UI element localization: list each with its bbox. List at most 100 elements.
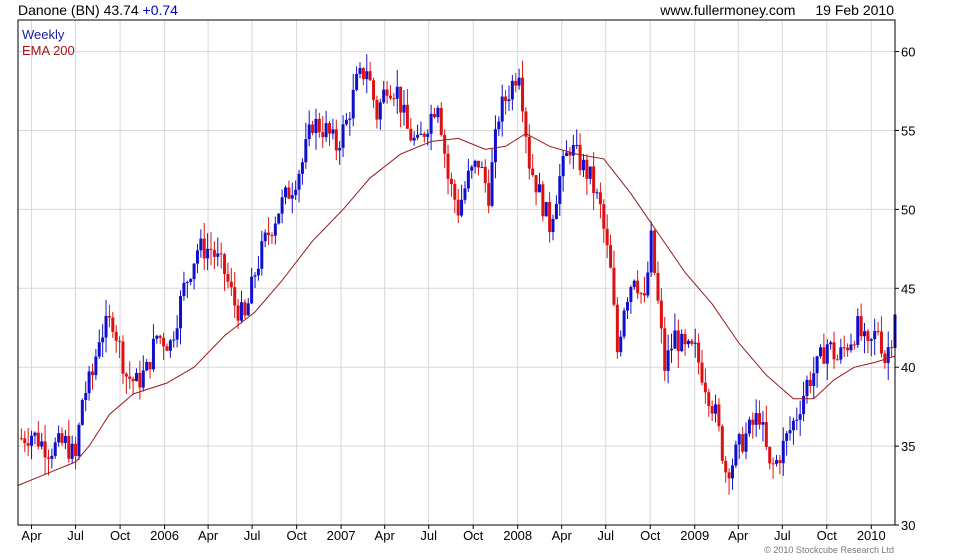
price-bar	[541, 184, 545, 217]
price-bar	[470, 166, 474, 171]
x-tick-label: 2010	[857, 528, 886, 543]
price-bar	[730, 465, 734, 479]
price-bar	[544, 202, 548, 217]
price-bar	[537, 184, 541, 193]
price-bar	[825, 344, 829, 364]
price-bar	[121, 341, 125, 374]
y-tick-label: 40	[901, 360, 915, 375]
price-bar	[128, 376, 132, 379]
price-bar	[510, 80, 514, 100]
price-bar	[500, 96, 504, 122]
price-bar	[751, 419, 755, 425]
price-bar	[490, 162, 494, 206]
price-bar	[273, 223, 277, 236]
price-bar	[155, 335, 159, 339]
price-bar	[131, 378, 135, 382]
price-bar	[392, 98, 396, 100]
x-tick-label: Apr	[375, 528, 396, 543]
price-bar	[351, 89, 355, 119]
price-bar	[717, 404, 721, 427]
price-bar	[80, 400, 84, 425]
price-bar	[182, 282, 186, 297]
price-bar	[158, 335, 162, 338]
price-bar	[280, 197, 284, 214]
price-bar	[649, 230, 653, 273]
price-bar	[666, 350, 670, 371]
price-bar	[189, 279, 193, 282]
price-bar	[74, 443, 78, 457]
price-bar	[598, 192, 602, 205]
price-bar	[321, 132, 325, 138]
price-bar	[388, 95, 392, 99]
price-bar	[548, 202, 552, 233]
price-bar	[774, 460, 778, 464]
price-bar	[497, 121, 501, 130]
price-bar	[219, 253, 223, 255]
price-bar	[629, 287, 633, 302]
x-tick-label: Oct	[463, 528, 484, 543]
price-bar	[246, 303, 250, 316]
price-bar	[436, 107, 440, 118]
price-bar	[619, 336, 623, 353]
x-tick-label: 2009	[680, 528, 709, 543]
y-axis-ticks: 30 35 40 45 50 55 60	[895, 45, 915, 533]
price-bar	[670, 348, 674, 351]
price-bar	[852, 344, 856, 346]
price-bar	[859, 316, 863, 337]
plot-frame	[17, 19, 896, 526]
price-bar	[663, 328, 667, 371]
x-axis-ticks: Apr Jul Oct 2006 Apr Jul Oct 2007 Apr Jul Oct 2008 A…	[21, 525, 886, 543]
price-bar	[653, 230, 657, 273]
x-tick-label: Oct	[640, 528, 661, 543]
price-bar	[656, 272, 660, 301]
price-bar	[527, 136, 531, 169]
price-bar	[517, 77, 521, 86]
price-bar	[734, 444, 738, 466]
price-bar	[514, 80, 518, 86]
price-bar	[592, 166, 596, 194]
price-bar	[714, 404, 718, 414]
price-bar	[23, 438, 27, 444]
price-bar	[260, 241, 264, 269]
price-bar	[785, 433, 789, 441]
price-bar	[781, 440, 785, 464]
price-bar	[429, 113, 433, 134]
price-bar	[223, 254, 227, 275]
price-bar	[690, 340, 694, 344]
price-bar	[795, 419, 799, 421]
price-bar	[114, 331, 118, 341]
price-bar	[145, 361, 149, 371]
price-bar	[768, 446, 772, 464]
price-bar	[477, 160, 481, 168]
x-tick-label: Oct	[287, 528, 308, 543]
price-bar	[263, 232, 267, 242]
x-tick-label: 2008	[503, 528, 532, 543]
price-bar	[693, 342, 697, 344]
price-bar	[483, 166, 487, 184]
price-bar	[504, 96, 508, 102]
price-bar	[314, 118, 318, 134]
price-bar	[585, 159, 589, 179]
price-bar	[256, 268, 260, 276]
price-bar	[135, 372, 139, 382]
price-bar	[487, 183, 491, 206]
price-bar	[443, 134, 447, 154]
x-tick-label: 2006	[150, 528, 179, 543]
price-bar	[747, 419, 751, 434]
price-bar	[581, 159, 585, 171]
price-bar	[416, 134, 420, 138]
price-chart: 30 35 40 45 50 55 60 Apr Jul Oct 2006 Apr Jul Oct 200…	[17, 19, 915, 543]
price-bar	[876, 331, 880, 333]
price-bar	[863, 331, 867, 337]
y-tick-label: 50	[901, 202, 915, 217]
price-bar	[43, 441, 47, 458]
x-tick-label: Jul	[420, 528, 437, 543]
price-bar	[239, 302, 243, 321]
x-tick-label: Apr	[552, 528, 573, 543]
price-bar	[673, 330, 677, 349]
price-bar	[233, 287, 237, 306]
price-bar	[90, 371, 94, 376]
price-bar	[294, 189, 298, 196]
price-bar	[676, 330, 680, 352]
price-bar	[565, 152, 569, 156]
